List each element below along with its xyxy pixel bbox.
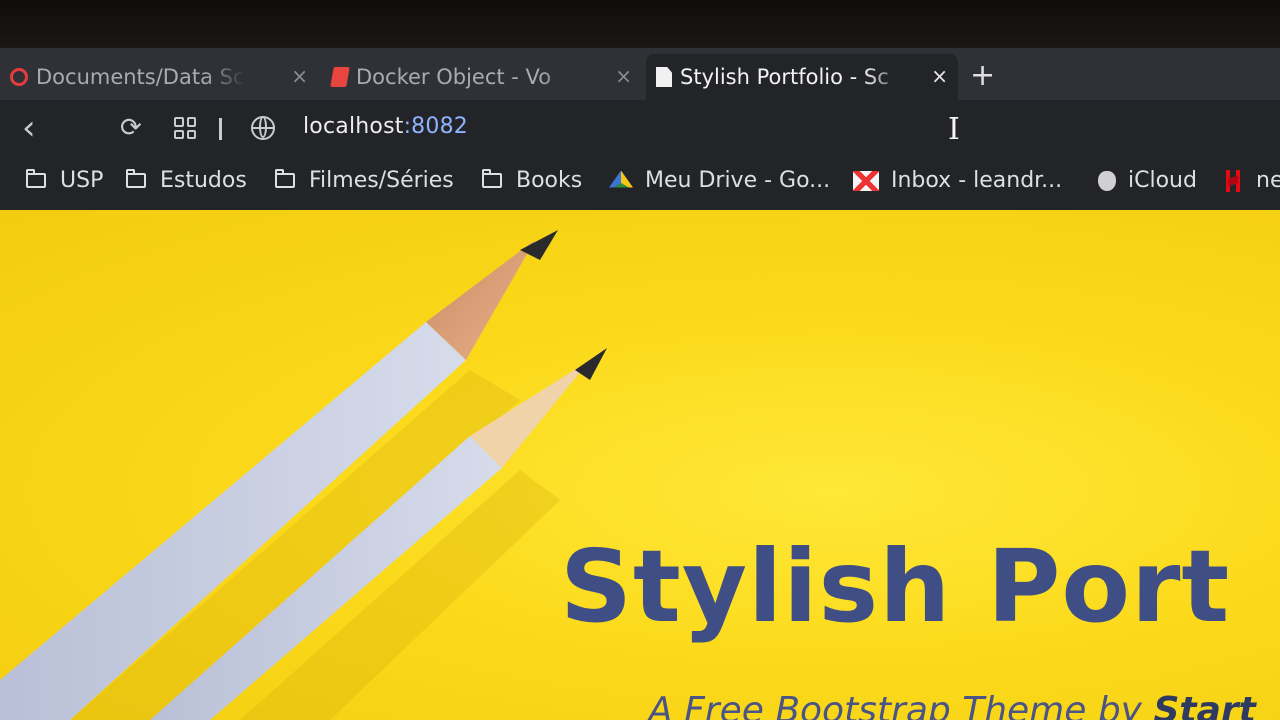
close-icon[interactable]: × xyxy=(931,64,948,88)
bookmark-books[interactable]: Books xyxy=(482,168,582,193)
bookmark-label: Inbox - leandr... xyxy=(891,168,1063,193)
page-icon xyxy=(656,67,672,87)
bookmark-icloud[interactable]: iCloud xyxy=(1098,168,1197,193)
hero-subtitle-text: A Free Bootstrap Theme by xyxy=(648,690,1154,720)
bookmark-inbox[interactable]: Inbox - leandr... xyxy=(853,168,1062,193)
bookmark-netflix[interactable]: ne xyxy=(1226,168,1280,193)
url-host: localhost xyxy=(303,114,404,139)
red-doc-icon xyxy=(330,67,350,87)
bookmark-label: Books xyxy=(516,168,583,193)
folder-icon xyxy=(126,169,146,188)
bookmark-label: USP xyxy=(60,168,104,193)
bookmark-label: Filmes/Séries xyxy=(309,168,454,193)
speed-dial-icon[interactable] xyxy=(174,117,196,139)
hero-subtitle-brand[interactable]: Start xyxy=(1153,690,1255,720)
reload-button[interactable]: ⟳ xyxy=(120,100,142,156)
close-icon[interactable]: × xyxy=(615,64,632,88)
netflix-icon xyxy=(1226,169,1240,192)
url-port: :8082 xyxy=(403,114,468,139)
back-button[interactable]: ‹ xyxy=(22,100,36,156)
address-bar[interactable]: localhost:8082 xyxy=(303,114,468,139)
bookmark-label: iCloud xyxy=(1128,168,1197,193)
red-circle-icon xyxy=(10,68,28,86)
bookmark-label: Estudos xyxy=(160,168,247,193)
folder-icon xyxy=(26,169,46,188)
apple-icon xyxy=(1098,170,1116,191)
google-drive-icon xyxy=(609,170,633,188)
tab-documents[interactable]: Documents/Data Sci × xyxy=(0,54,318,100)
tab-strip: Documents/Data Sci × Docker Object - Vo … xyxy=(0,48,1280,100)
hero-title: Stylish Port xyxy=(560,528,1231,645)
folder-icon xyxy=(482,169,502,188)
bookmark-label: ne xyxy=(1256,168,1280,193)
hero-subtitle: A Free Bootstrap Theme by Start xyxy=(648,690,1256,720)
folder-icon xyxy=(275,169,295,188)
bookmark-meu-drive[interactable]: Meu Drive - Go... xyxy=(609,168,830,193)
screen-bezel xyxy=(0,0,1280,48)
tab-docker[interactable]: Docker Object - Vo × xyxy=(322,54,642,100)
bookmark-estudos[interactable]: Estudos xyxy=(126,168,247,193)
globe-icon[interactable] xyxy=(251,116,275,140)
toolbar-separator xyxy=(219,118,222,140)
bookmark-usp[interactable]: USP xyxy=(26,168,103,193)
tab-title: Stylish Portfolio - Sc xyxy=(680,65,889,89)
hero-section: Stylish Port A Free Bootstrap Theme by S… xyxy=(0,210,1280,720)
tab-stylish-portfolio[interactable]: Stylish Portfolio - Sc × xyxy=(646,54,958,100)
bookmarks-bar: USP Estudos Filmes/Séries Books Meu Driv… xyxy=(0,156,1280,210)
browser-chrome: Documents/Data Sci × Docker Object - Vo … xyxy=(0,48,1280,210)
bookmark-label: Meu Drive - Go... xyxy=(645,168,831,193)
text-cursor-icon: I xyxy=(948,112,960,147)
tab-title: Docker Object - Vo xyxy=(356,65,552,89)
close-icon[interactable]: × xyxy=(291,64,308,88)
gmail-icon xyxy=(853,170,879,191)
toolbar: ‹ ⟳ localhost:8082 I xyxy=(0,100,1280,156)
bookmark-filmes-series[interactable]: Filmes/Séries xyxy=(275,168,454,193)
new-tab-button[interactable]: + xyxy=(970,56,995,96)
tab-title: Documents/Data Sci xyxy=(36,65,246,89)
